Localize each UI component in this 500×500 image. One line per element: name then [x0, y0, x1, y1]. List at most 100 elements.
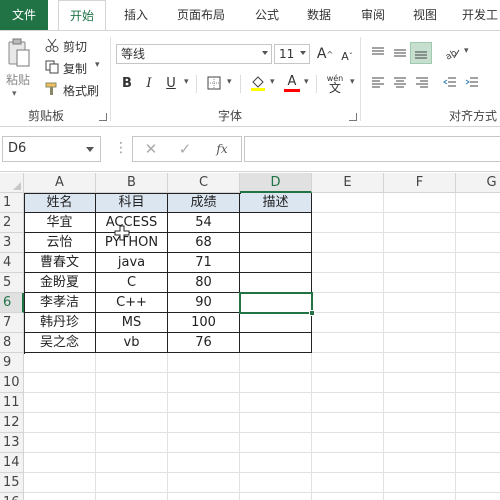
grid-cell[interactable] [312, 273, 384, 293]
font-color-dropdown-icon[interactable]: ▾ [304, 77, 309, 87]
table-header-cell[interactable]: 姓名 [24, 193, 96, 213]
grid-cell[interactable] [384, 373, 456, 393]
orientation-dropdown-icon[interactable]: ▾ [464, 46, 469, 56]
borders-icon[interactable] [204, 73, 224, 93]
grid-cell[interactable] [312, 233, 384, 253]
row-header[interactable]: 14 [0, 453, 24, 473]
tab-insert[interactable]: 插入 [114, 0, 158, 30]
grid-cell[interactable] [456, 233, 500, 253]
table-cell[interactable] [240, 313, 312, 333]
table-cell[interactable]: 76 [168, 333, 240, 353]
paste-dropdown-icon[interactable]: ▾ [12, 89, 17, 99]
font-size-select[interactable]: 11 [274, 44, 310, 64]
formula-bar-grip-icon[interactable]: ⋮ [114, 140, 128, 156]
grid-cell[interactable] [312, 313, 384, 333]
row-header[interactable]: 4 [0, 253, 24, 273]
column-header-f[interactable]: F [384, 173, 456, 193]
font-launcher-icon[interactable] [349, 113, 357, 121]
tab-formulas[interactable]: 公式 [246, 0, 288, 30]
column-header-a[interactable]: A [24, 173, 96, 193]
grid-cell[interactable] [312, 413, 384, 433]
row-header[interactable]: 6 [0, 293, 24, 313]
copy-dropdown-icon[interactable]: ▾ [95, 60, 100, 70]
table-cell[interactable]: 71 [168, 253, 240, 273]
table-header-cell[interactable]: 科目 [96, 193, 168, 213]
italic-button[interactable]: I [140, 73, 158, 93]
grid-cell[interactable] [456, 213, 500, 233]
decrease-indent-icon[interactable] [440, 73, 460, 93]
grid-cell[interactable] [384, 233, 456, 253]
grid-cell[interactable] [168, 413, 240, 433]
increase-indent-icon[interactable] [462, 73, 482, 93]
table-cell[interactable]: 韩丹珍 [24, 313, 96, 333]
grid-cell[interactable] [384, 433, 456, 453]
table-cell[interactable]: java [96, 253, 168, 273]
paste-label[interactable]: 粘贴 [6, 71, 30, 88]
table-header-cell[interactable]: 成绩 [168, 193, 240, 213]
grid-cell[interactable] [96, 393, 168, 413]
table-cell[interactable] [240, 293, 312, 313]
underline-button[interactable]: U [162, 73, 180, 93]
tab-data[interactable]: 数据 [298, 0, 340, 30]
grid-cell[interactable] [312, 293, 384, 313]
grid-cell[interactable] [168, 473, 240, 493]
table-cell[interactable]: 90 [168, 293, 240, 313]
column-header-d[interactable]: D [240, 173, 312, 193]
clipboard-launcher-icon[interactable] [99, 113, 107, 121]
grid-cell[interactable] [456, 333, 500, 353]
table-cell[interactable] [240, 213, 312, 233]
tab-home[interactable]: 开始 [58, 0, 106, 31]
grid-cell[interactable] [240, 453, 312, 473]
align-center-icon[interactable] [390, 73, 410, 93]
column-header-b[interactable]: B [96, 173, 168, 193]
table-cell[interactable] [240, 253, 312, 273]
grid-cell[interactable] [384, 493, 456, 500]
grid-cell[interactable] [456, 393, 500, 413]
insert-function-icon[interactable]: fx [211, 140, 233, 158]
grid-cell[interactable] [96, 493, 168, 500]
grid-cell[interactable] [312, 253, 384, 273]
align-left-icon[interactable] [368, 73, 388, 93]
font-name-select[interactable]: 等线 [116, 44, 272, 64]
row-header[interactable]: 7 [0, 313, 24, 333]
row-header[interactable]: 11 [0, 393, 24, 413]
grid-cell[interactable] [168, 433, 240, 453]
grow-font-button[interactable]: A ^ [316, 44, 334, 64]
grid-cell[interactable] [456, 433, 500, 453]
grid-cell[interactable] [24, 433, 96, 453]
grid-cell[interactable] [24, 373, 96, 393]
select-all-button[interactable] [0, 173, 24, 193]
row-header[interactable]: 12 [0, 413, 24, 433]
grid-cell[interactable] [456, 193, 500, 213]
row-header[interactable]: 8 [0, 333, 24, 353]
format-painter-label[interactable]: 格式刷 [63, 82, 99, 99]
grid-cell[interactable] [456, 273, 500, 293]
grid-cell[interactable] [384, 453, 456, 473]
column-header-c[interactable]: C [168, 173, 240, 193]
bold-button[interactable]: B [118, 73, 136, 93]
grid-cell[interactable] [240, 473, 312, 493]
grid-cell[interactable] [240, 353, 312, 373]
row-header[interactable]: 16 [0, 493, 24, 500]
column-header-e[interactable]: E [312, 173, 384, 193]
row-header[interactable]: 2 [0, 213, 24, 233]
cut-label[interactable]: 剪切 [63, 38, 87, 55]
grid-cell[interactable] [456, 313, 500, 333]
grid-cell[interactable] [456, 413, 500, 433]
format-painter-icon[interactable] [44, 81, 60, 97]
grid-cell[interactable] [312, 393, 384, 413]
grid-cell[interactable] [24, 393, 96, 413]
grid-cell[interactable] [24, 473, 96, 493]
grid-cell[interactable] [96, 353, 168, 373]
table-cell[interactable]: vb [96, 333, 168, 353]
grid-cell[interactable] [456, 473, 500, 493]
row-header[interactable]: 15 [0, 473, 24, 493]
table-cell[interactable] [240, 273, 312, 293]
align-top-icon[interactable] [368, 43, 388, 63]
grid-cell[interactable] [24, 493, 96, 500]
grid-cell[interactable] [96, 373, 168, 393]
grid-cell[interactable] [240, 433, 312, 453]
table-cell[interactable]: 100 [168, 313, 240, 333]
grid-cell[interactable] [456, 293, 500, 313]
table-cell[interactable]: PYTHON [96, 233, 168, 253]
